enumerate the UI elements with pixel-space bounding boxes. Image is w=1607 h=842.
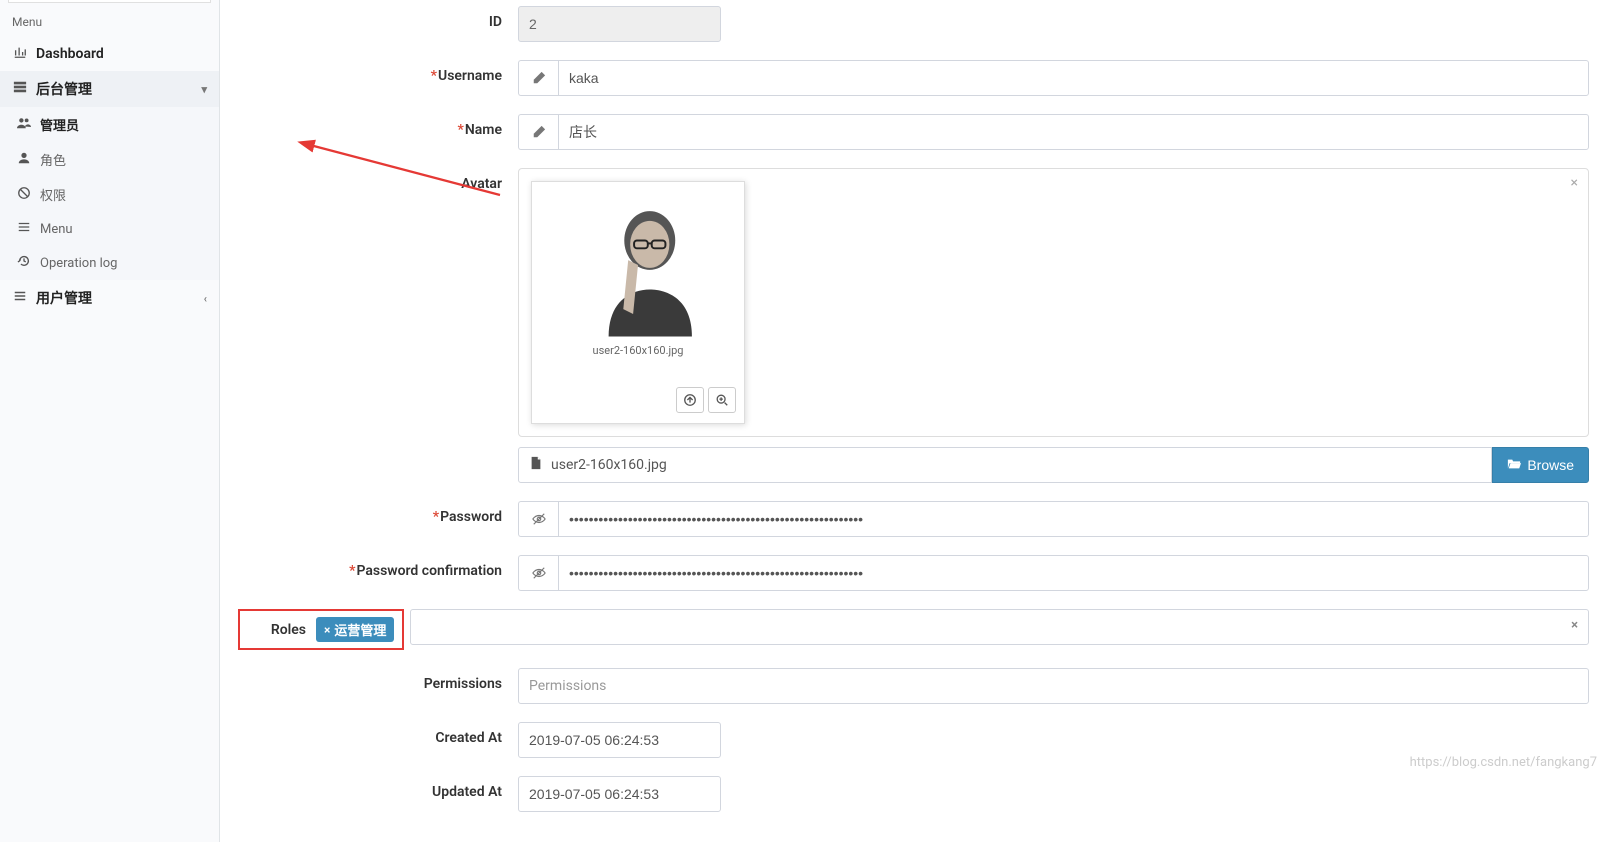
- content: ID *Username *Name: [220, 0, 1607, 842]
- label-permissions: Permissions: [238, 668, 518, 692]
- row-roles: Roles × 运营管理 ×: [238, 609, 1589, 650]
- sidebar-item-admins[interactable]: 管理员: [0, 107, 219, 142]
- bars-icon: [12, 289, 28, 307]
- bars-icon: [16, 220, 32, 238]
- label-username: *Username: [238, 60, 518, 84]
- sidebar-item-admin-group[interactable]: 后台管理 ▾: [0, 71, 219, 107]
- row-avatar: Avatar ×: [238, 168, 1589, 483]
- ban-icon: [16, 186, 32, 204]
- zoom-button[interactable]: [708, 387, 736, 413]
- sidebar-item-label: 后台管理: [36, 79, 92, 99]
- label-password-confirm: *Password confirmation: [238, 555, 518, 579]
- row-name: *Name: [238, 114, 1589, 150]
- users-icon: [16, 116, 32, 134]
- upload-button[interactable]: [676, 387, 704, 413]
- menu-header: Menu: [0, 5, 219, 37]
- brand-box: [8, 0, 211, 3]
- history-icon: [16, 254, 32, 272]
- label-created: Created At: [238, 722, 518, 746]
- username-field[interactable]: [558, 60, 1589, 96]
- folder-open-icon: [1507, 457, 1521, 474]
- tag-remove-icon[interactable]: ×: [324, 623, 330, 637]
- avatar-path-display: user2-160x160.jpg: [518, 447, 1492, 483]
- sidebar-item-user-group[interactable]: 用户管理 ‹: [0, 280, 219, 316]
- sidebar-item-label: Dashboard: [36, 46, 104, 62]
- sidebar-item-label: 角色: [40, 150, 66, 169]
- browse-button[interactable]: Browse: [1492, 447, 1589, 483]
- file-icon: [529, 456, 543, 474]
- avatar-caption: user2-160x160.jpg: [540, 344, 736, 357]
- sidebar-item-label: Operation log: [40, 256, 117, 271]
- label-avatar: Avatar: [238, 168, 518, 192]
- name-field[interactable]: [558, 114, 1589, 150]
- row-password: *Password: [238, 501, 1589, 537]
- row-username: *Username: [238, 60, 1589, 96]
- label-roles: Roles: [248, 622, 306, 638]
- close-icon[interactable]: ×: [1571, 175, 1578, 191]
- password-field[interactable]: [558, 501, 1589, 537]
- password-confirm-field[interactable]: [558, 555, 1589, 591]
- sidebar-item-dashboard[interactable]: Dashboard: [0, 37, 219, 71]
- label-updated: Updated At: [238, 776, 518, 800]
- eye-slash-icon[interactable]: [518, 501, 558, 537]
- permissions-select[interactable]: Permissions: [518, 668, 1589, 704]
- row-updated: Updated At: [238, 776, 1589, 812]
- sidebar-item-label: Menu: [40, 222, 73, 237]
- sidebar: Menu Dashboard 后台管理 ▾ 管理员: [0, 0, 220, 842]
- updated-field: [518, 776, 721, 812]
- avatar-preview: ×: [518, 168, 1589, 437]
- row-created: Created At: [238, 722, 1589, 758]
- sidebar-item-roles[interactable]: 角色: [0, 142, 219, 177]
- sidebar-item-label: 管理员: [40, 115, 79, 134]
- sidebar-item-permissions[interactable]: 权限: [0, 177, 219, 212]
- sidebar-item-label: 权限: [40, 185, 66, 204]
- chevron-down-icon: ▾: [201, 83, 207, 96]
- avatar-image: [540, 190, 736, 338]
- created-field: [518, 722, 721, 758]
- row-id: ID: [238, 6, 1589, 42]
- label-password: *Password: [238, 501, 518, 525]
- id-field: [518, 6, 721, 42]
- row-password-confirm: *Password confirmation: [238, 555, 1589, 591]
- avatar-thumb: user2-160x160.jpg: [531, 181, 745, 424]
- role-tag[interactable]: × 运营管理: [316, 617, 394, 642]
- sidebar-item-oplog[interactable]: Operation log: [0, 246, 219, 280]
- label-id: ID: [238, 6, 518, 30]
- pencil-icon: [518, 60, 558, 96]
- chevron-left-icon: ‹: [204, 292, 207, 305]
- bar-chart-icon: [12, 45, 28, 63]
- pencil-icon: [518, 114, 558, 150]
- server-icon: [12, 80, 28, 98]
- roles-highlight-box: Roles × 运营管理: [238, 609, 404, 650]
- roles-select[interactable]: ×: [410, 609, 1589, 645]
- row-permissions: Permissions Permissions: [238, 668, 1589, 704]
- submenu-admin: 管理员 角色 权限 Menu: [0, 107, 219, 280]
- permissions-placeholder: Permissions: [525, 676, 610, 696]
- user-icon: [16, 151, 32, 169]
- sidebar-item-label: 用户管理: [36, 288, 92, 308]
- label-name: *Name: [238, 114, 518, 138]
- clear-icon[interactable]: ×: [1571, 618, 1578, 633]
- eye-slash-icon[interactable]: [518, 555, 558, 591]
- sidebar-item-menu[interactable]: Menu: [0, 212, 219, 246]
